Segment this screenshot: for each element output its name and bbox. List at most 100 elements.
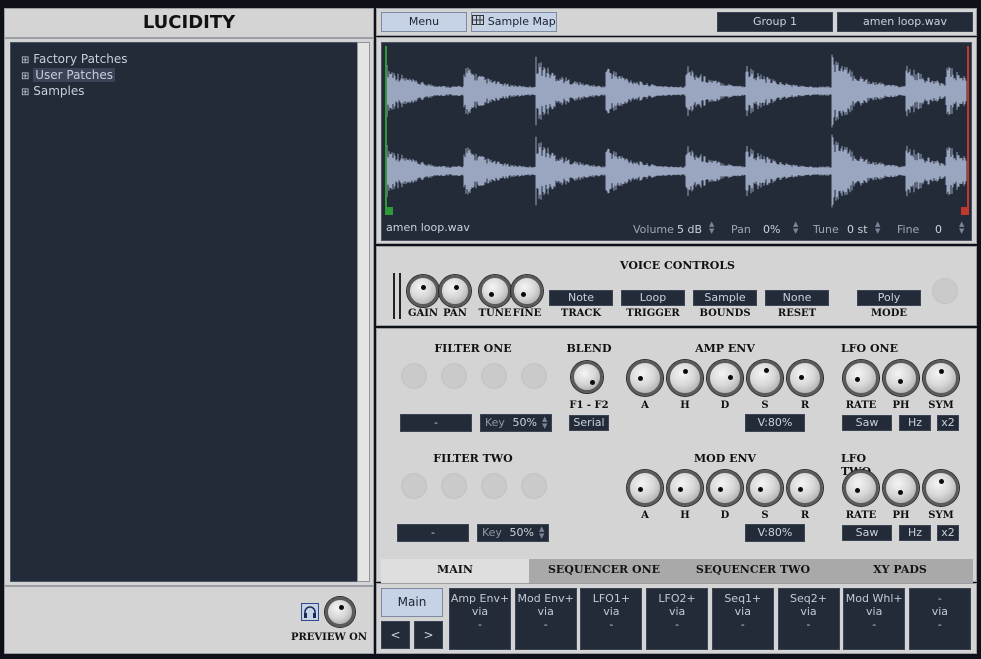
headphones-icon[interactable]	[301, 603, 319, 621]
mod-env-sustain-knob[interactable]	[747, 470, 783, 506]
mode-selector[interactable]: Poly	[857, 290, 921, 306]
tab-sequencer-one[interactable]: SEQUENCER ONE	[529, 559, 679, 583]
tune-value[interactable]: 0 st	[847, 223, 868, 236]
mod-slot[interactable]: Amp Env+ via -	[449, 588, 511, 650]
mod-slot[interactable]: LFO2+ via -	[646, 588, 709, 650]
amp-env-sustain-knob[interactable]	[747, 360, 783, 396]
mod-env-decay-knob[interactable]	[707, 470, 743, 506]
expand-icon[interactable]: ⊞	[21, 87, 29, 98]
tab-main[interactable]: MAIN	[381, 559, 529, 583]
mod-slot[interactable]: - via -	[908, 588, 971, 650]
tree-item-samples[interactable]: ⊞ Samples	[21, 84, 84, 98]
filter-two-knob-2[interactable]	[441, 473, 467, 499]
lfo-two-unit[interactable]: Hz	[899, 525, 931, 541]
mod-env-d-label: D	[720, 510, 730, 521]
reset-label: RESET	[777, 308, 817, 319]
filter-one-knob-4[interactable]	[521, 363, 547, 389]
filter-one-key[interactable]: Key 50% ▲ ▼	[480, 414, 552, 432]
mod-slot-mid: via	[537, 605, 554, 618]
filter-two-type[interactable]: -	[397, 524, 469, 542]
sample-start-handle[interactable]	[385, 207, 393, 215]
mod-slot[interactable]: Mod Env+ via -	[514, 588, 577, 650]
mod-slot[interactable]: Seq2+ via -	[777, 588, 840, 650]
next-button[interactable]: >	[414, 621, 443, 649]
fine-value[interactable]: 0	[935, 223, 942, 236]
pan-value[interactable]: 0%	[763, 223, 780, 236]
sample-start-marker[interactable]	[385, 46, 387, 211]
filter-two-knob-4[interactable]	[521, 473, 547, 499]
grid-icon	[472, 13, 485, 31]
pan-knob[interactable]	[439, 275, 471, 307]
filter-two-knob-3[interactable]	[481, 473, 507, 499]
tune-knob[interactable]	[479, 275, 511, 307]
volume-spinner[interactable]: ▲ ▼	[709, 221, 714, 235]
trigger-selector[interactable]: Loop	[621, 290, 685, 306]
tab-sequencer-two[interactable]: SEQUENCER TWO	[679, 559, 827, 583]
fine-spinner[interactable]: ▲ ▼	[959, 221, 964, 235]
filter-one-type[interactable]: -	[400, 414, 472, 432]
main-page-button[interactable]: Main	[381, 588, 443, 617]
amp-env-velocity[interactable]: V:80%	[745, 414, 805, 432]
lfo-two-shape[interactable]: Saw	[842, 525, 892, 541]
patch-browser[interactable]: ⊞ Factory Patches ⊞ User Patches ⊞ Sampl…	[10, 42, 358, 582]
waveform[interactable]	[382, 43, 973, 242]
fine-knob[interactable]	[511, 275, 543, 307]
lfo-two-sym-label: SYM	[928, 510, 954, 521]
mod-slot[interactable]: LFO1+ via -	[580, 588, 643, 650]
filter-one-knob-3[interactable]	[481, 363, 507, 389]
waveform-channel	[385, 134, 967, 208]
lfo-one-mult[interactable]: x2	[937, 415, 959, 431]
previous-button[interactable]: <	[381, 621, 410, 649]
mod-env-velocity[interactable]: V:80%	[745, 524, 805, 542]
app-title: LUCIDITY	[142, 12, 236, 33]
lfo-two-mult[interactable]: x2	[937, 525, 959, 541]
filter-one-knob-2[interactable]	[441, 363, 467, 389]
mod-env-hold-knob[interactable]	[667, 470, 703, 506]
lfo-one-shape[interactable]: Saw	[842, 415, 892, 431]
filter-one-knob-1[interactable]	[401, 363, 427, 389]
amp-env-attack-knob[interactable]	[627, 360, 663, 396]
pan-spinner[interactable]: ▲ ▼	[793, 221, 798, 235]
expand-icon[interactable]: ⊞	[21, 71, 29, 82]
sample-map-button[interactable]: Sample Map	[471, 12, 557, 32]
sample-end-marker[interactable]	[967, 46, 969, 211]
lfo-one-phase-knob[interactable]	[883, 360, 919, 396]
tree-item-user-patches[interactable]: ⊞ User Patches	[21, 68, 115, 82]
gain-knob[interactable]	[407, 275, 439, 307]
group-selector[interactable]: Group 1	[717, 12, 833, 32]
bounds-selector[interactable]: Sample	[693, 290, 757, 306]
amp-env-decay-knob[interactable]	[707, 360, 743, 396]
filter-two-key[interactable]: Key 50% ▲ ▼	[477, 524, 549, 542]
lfo-one-unit[interactable]: Hz	[899, 415, 931, 431]
amp-env-hold-knob[interactable]	[667, 360, 703, 396]
sample-file-selector[interactable]: amen loop.wav	[837, 12, 973, 32]
pan-label: Pan	[731, 223, 751, 236]
filter-two-knob-1[interactable]	[401, 473, 427, 499]
mod-slot[interactable]: Seq1+ via -	[711, 588, 774, 650]
track-selector[interactable]: Note	[549, 290, 613, 306]
amp-env-release-knob[interactable]	[787, 360, 823, 396]
lfo-two-rate-knob[interactable]	[843, 470, 879, 506]
mod-env-attack-knob[interactable]	[627, 470, 663, 506]
lfo-one-sym-knob[interactable]	[923, 360, 959, 396]
blend-mode[interactable]: Serial	[569, 415, 609, 431]
tune-spinner[interactable]: ▲ ▼	[875, 221, 880, 235]
browser-scrollbar[interactable]	[357, 42, 370, 582]
lfo-two-sym-knob[interactable]	[923, 470, 959, 506]
reset-selector[interactable]: None	[765, 290, 829, 306]
tab-xy-pads[interactable]: XY PADS	[827, 559, 973, 583]
blend-knob[interactable]	[571, 361, 603, 393]
preview-volume-knob[interactable]	[325, 597, 355, 627]
key-spinner[interactable]: ▲ ▼	[542, 416, 547, 430]
sample-end-handle[interactable]	[961, 207, 969, 215]
volume-value[interactable]: 5 dB	[677, 223, 702, 236]
waveform-display[interactable]: amen loop.wav Volume 5 dB ▲ ▼ Pan 0% ▲ ▼ T…	[381, 42, 972, 241]
menu-button[interactable]: Menu	[381, 12, 467, 32]
tree-item-factory-patches[interactable]: ⊞ Factory Patches	[21, 52, 127, 66]
mod-slot[interactable]: Mod Whl+ via -	[843, 588, 906, 650]
lfo-two-phase-knob[interactable]	[883, 470, 919, 506]
lfo-one-rate-knob[interactable]	[843, 360, 879, 396]
mod-env-release-knob[interactable]	[787, 470, 823, 506]
expand-icon[interactable]: ⊞	[21, 55, 29, 66]
key-spinner[interactable]: ▲ ▼	[539, 526, 544, 540]
